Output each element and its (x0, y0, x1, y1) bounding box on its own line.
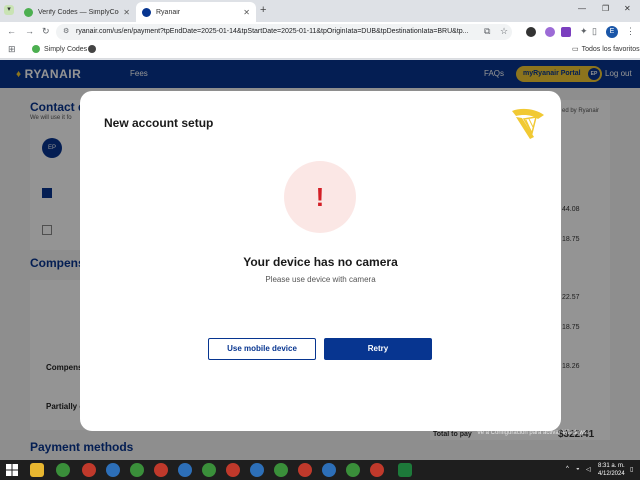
exclamation-icon: ! (315, 181, 325, 212)
minimize-icon[interactable]: — (578, 4, 586, 13)
chrome-icon[interactable] (106, 463, 120, 477)
volume-icon[interactable]: ◁ (586, 466, 591, 473)
new-tab-icon[interactable]: + (260, 4, 266, 16)
sidebar-icon[interactable]: ▯ (592, 26, 597, 37)
address-bar[interactable]: ⚙ ryanair.com/us/en/payment?tpEndDate=20… (56, 24, 512, 40)
bookmark-label: Simply Codes (44, 45, 88, 53)
clock-time: 8:31 a. m. (598, 463, 625, 469)
simplycodes-favicon-icon (24, 7, 33, 17)
all-bookmarks-label: Todos los favoritos (581, 45, 640, 53)
bookmark-star-icon[interactable]: ☆ (500, 26, 508, 37)
close-tab-icon[interactable]: ✕ (123, 8, 130, 17)
no-camera-title: Your device has no camera (243, 255, 398, 269)
translate-icon[interactable]: ⧉ (484, 26, 490, 37)
chrome-icon[interactable] (322, 463, 336, 477)
globe-icon (88, 45, 96, 53)
tab-label: Ryanair (156, 8, 181, 16)
bookmark-globe[interactable] (88, 45, 100, 53)
browser-tab-strip: ▾ Verify Codes — SimplyCodes ✕ Ryanair ✕… (0, 0, 640, 22)
profile-avatar[interactable]: E (606, 26, 618, 38)
menu-kebab-icon[interactable]: ⋮ (626, 26, 635, 37)
chrome-icon[interactable] (82, 463, 96, 477)
extension-icon[interactable] (561, 27, 571, 37)
close-window-icon[interactable]: ✕ (624, 4, 631, 13)
new-account-modal: New account setup ! Your device has no c… (80, 91, 561, 431)
bookmark-favicon-icon (32, 45, 40, 53)
folder-icon: ▭ (572, 46, 579, 53)
extension-icon[interactable] (526, 27, 536, 37)
all-bookmarks[interactable]: ▭ Todos los favoritos (572, 45, 640, 54)
chrome-icon[interactable] (298, 463, 312, 477)
tab-ryanair[interactable]: Ryanair ✕ (136, 2, 256, 22)
network-icon[interactable]: ◒ (576, 466, 580, 472)
chrome-icon[interactable] (370, 463, 384, 477)
error-icon-circle: ! (284, 161, 356, 233)
notification-icon[interactable]: ▯ (630, 466, 633, 473)
chrome-icon[interactable] (250, 463, 264, 477)
chrome-icon[interactable] (130, 463, 144, 477)
windows-taskbar: ^ ◒ ◁ 8:31 a. m. 4/12/2024 ▯ (0, 460, 640, 480)
url-text: ryanair.com/us/en/payment?tpEndDate=2025… (76, 28, 469, 35)
app-icon[interactable] (398, 463, 412, 477)
tray-chevron-icon[interactable]: ^ (566, 466, 569, 472)
reload-icon[interactable]: ↻ (42, 26, 50, 37)
site-info-icon[interactable]: ⚙ (63, 24, 69, 40)
bookmarks-bar: ⊞ Simply Codes ▭ Todos los favoritos (0, 42, 640, 59)
maximize-icon[interactable]: ❐ (602, 4, 609, 13)
extension-icon[interactable] (545, 27, 555, 37)
browser-toolbar: ← → ↻ ⚙ ryanair.com/us/en/payment?tpEndD… (0, 22, 640, 42)
activate-windows-watermark: Activar Windows (477, 416, 544, 426)
no-camera-subtitle: Please use device with camera (265, 275, 376, 284)
tab-label: Verify Codes — SimplyCodes (38, 8, 119, 16)
chrome-icon[interactable] (274, 463, 288, 477)
chrome-icon[interactable] (154, 463, 168, 477)
ryanair-favicon-icon (142, 7, 151, 17)
tab-search-icon[interactable]: ▾ (4, 5, 14, 15)
windows-start-icon[interactable] (6, 464, 18, 476)
system-clock[interactable]: 8:31 a. m. 4/12/2024 (598, 462, 625, 478)
chrome-icon[interactable] (202, 463, 216, 477)
tab-simplycodes[interactable]: Verify Codes — SimplyCodes ✕ (18, 2, 136, 22)
forward-icon[interactable]: → (25, 26, 34, 36)
chrome-icon[interactable] (346, 463, 360, 477)
apps-grid-icon[interactable]: ⊞ (8, 44, 16, 55)
close-tab-icon[interactable]: ✕ (243, 8, 250, 17)
use-mobile-device-button[interactable]: Use mobile device (208, 338, 316, 360)
chrome-icon[interactable] (178, 463, 192, 477)
modal-title: New account setup (104, 116, 214, 130)
clock-date: 4/12/2024 (598, 471, 625, 477)
file-explorer-icon[interactable] (30, 463, 44, 477)
activate-windows-hint: Ve a Configuración para activar Windows. (477, 430, 589, 436)
chrome-icon[interactable] (226, 463, 240, 477)
back-icon[interactable]: ← (7, 26, 16, 36)
extensions-puzzle-icon[interactable]: ✦ (580, 26, 588, 37)
retry-button[interactable]: Retry (324, 338, 432, 360)
ryanair-harp-icon (512, 108, 544, 139)
chrome-icon[interactable] (56, 463, 70, 477)
bookmark-simply-codes[interactable]: Simply Codes (32, 45, 87, 53)
